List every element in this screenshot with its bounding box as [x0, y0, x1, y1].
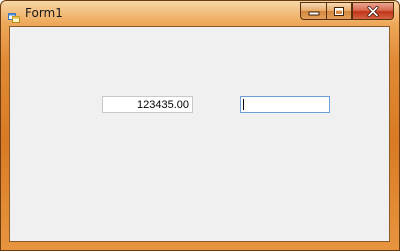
app-icon[interactable] [8, 8, 20, 23]
minimize-icon [308, 11, 319, 16]
title-bar[interactable]: Form1 [1, 1, 399, 25]
close-icon [367, 5, 379, 17]
form1-window: Form1 [0, 0, 400, 251]
maximize-button[interactable] [326, 2, 352, 20]
text-caret [243, 99, 244, 110]
maximize-icon [334, 6, 344, 16]
amount-textbox[interactable] [102, 96, 193, 113]
window-title: Form1 [25, 6, 63, 20]
form-client-area [9, 26, 390, 242]
second-textbox[interactable] [240, 96, 330, 113]
close-button[interactable] [352, 2, 394, 20]
minimize-button[interactable] [300, 2, 326, 20]
caption-buttons [300, 2, 394, 20]
